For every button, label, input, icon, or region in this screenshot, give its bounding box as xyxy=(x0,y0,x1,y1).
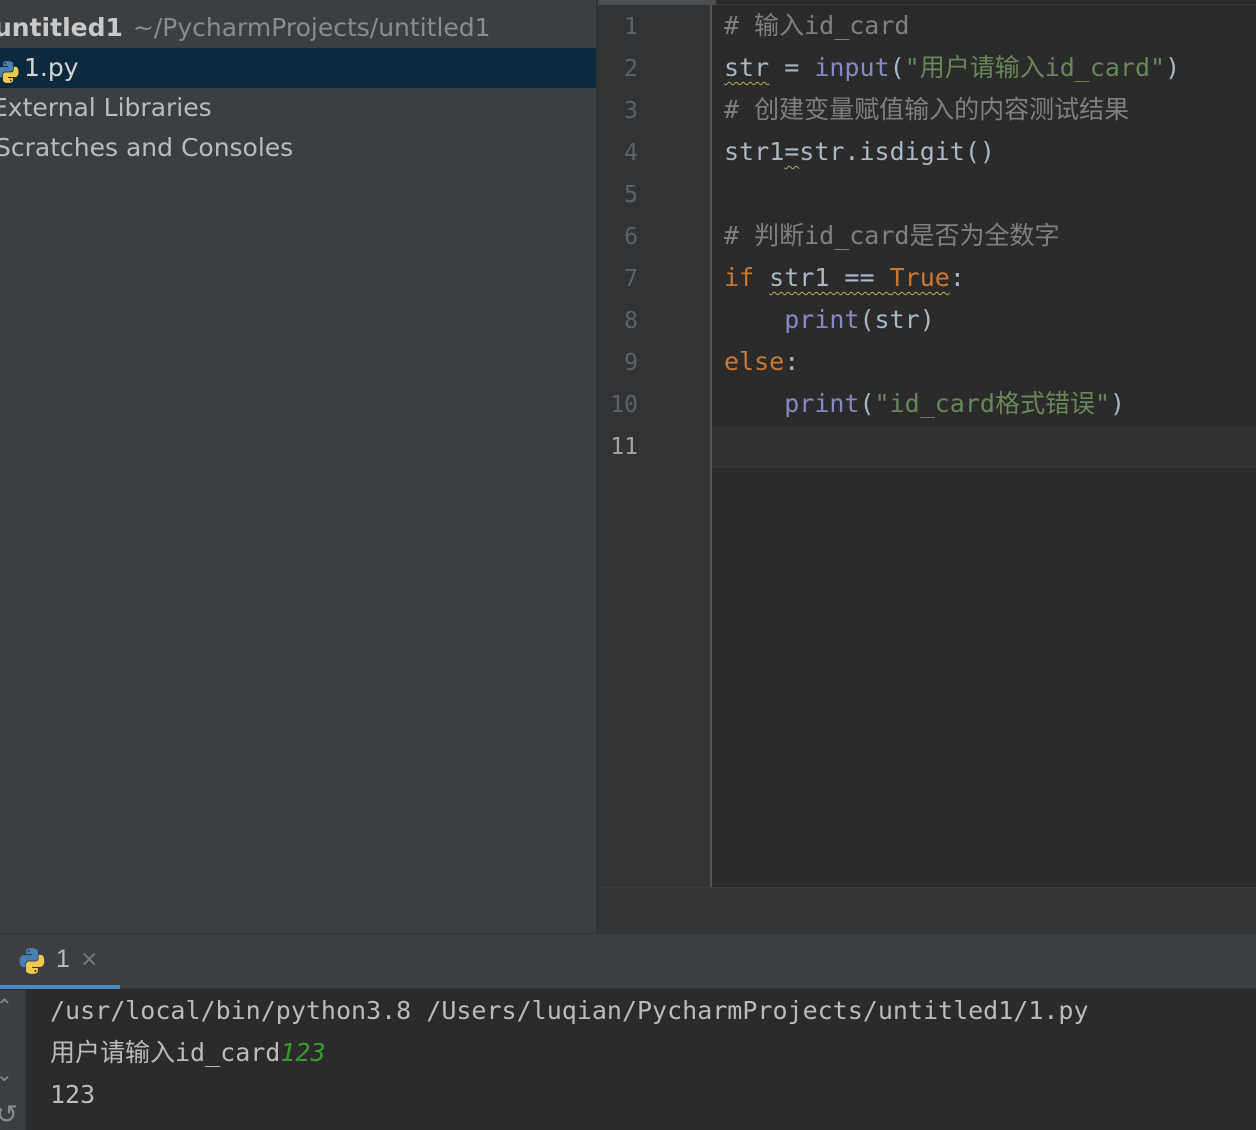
run-side-toolbar: ⌃ ⌄ ↺ xyxy=(0,990,26,1130)
code-token: print xyxy=(784,389,860,418)
code-token: # 判断id_card是否为全数字 xyxy=(724,221,1060,250)
code-token: if xyxy=(724,263,755,292)
code-line: str1=str.isdigit() xyxy=(724,131,995,173)
project-root-path: ~/PycharmProjects/untitled1 xyxy=(132,13,491,42)
code-token: = xyxy=(769,53,815,82)
scroll-up-icon[interactable]: ⌃ xyxy=(0,994,13,1018)
code-token: "id_card格式错误" xyxy=(874,389,1111,418)
code-line: # 创建变量赋值输入的内容测试结果 xyxy=(724,89,1129,131)
code-token: str1 xyxy=(724,137,785,166)
line-number: 10 xyxy=(610,392,638,418)
run-tool-window: 1 × ⌃ ⌄ ↺ /usr/local/bin/python3.8 /User… xyxy=(0,933,1256,1130)
code-token: "用户请输入id_card" xyxy=(904,53,1166,82)
code-line: # 判断id_card是否为全数字 xyxy=(724,215,1059,257)
rerun-icon[interactable]: ↺ xyxy=(0,1100,18,1130)
code-line: print(str) xyxy=(724,299,935,341)
console-prompt-line: 用户请输入id_card123 xyxy=(50,1032,326,1074)
tree-item-scratches-and-consoles[interactable]: Scratches and Consoles xyxy=(0,128,591,168)
code-token: (str) xyxy=(859,305,935,334)
code-token: input xyxy=(814,53,890,82)
tree-item-file-1py[interactable]: 1.py xyxy=(0,48,596,88)
code-token: : xyxy=(784,347,800,376)
code-token: str.isdigit() xyxy=(799,137,995,166)
code-line: else: xyxy=(724,341,799,383)
run-tab[interactable]: 1 × xyxy=(0,934,120,989)
tree-item-project-root[interactable]: untitled1 ~/PycharmProjects/untitled1 xyxy=(0,8,590,48)
code-token: else xyxy=(724,347,785,376)
line-number: 7 xyxy=(624,266,638,292)
code-token: str1 == True xyxy=(769,263,950,292)
code-token: : xyxy=(949,263,965,292)
line-number: 8 xyxy=(624,308,638,334)
console-prompt-text: 用户请输入id_card xyxy=(50,1038,281,1067)
active-tab-indicator xyxy=(0,985,120,989)
code-token: ) xyxy=(1165,53,1181,82)
code-token: # 创建变量赋值输入的内容测试结果 xyxy=(724,95,1130,124)
project-tree-panel: untitled1 ~/PycharmProjects/untitled1 1.p… xyxy=(0,0,596,933)
gutter-divider xyxy=(710,5,712,887)
console-command-line: /usr/local/bin/python3.8 /Users/luqian/P… xyxy=(50,996,1089,1025)
project-root-name: untitled1 xyxy=(0,13,123,42)
code-token: str xyxy=(724,53,770,82)
tree-item-external-libraries[interactable]: External Libraries xyxy=(0,88,588,128)
code-line: print("id_card格式错误") xyxy=(724,383,1125,425)
code-line: str = input("用户请输入id_card") xyxy=(724,47,1180,89)
line-number: 4 xyxy=(624,140,638,166)
run-tab-label: 1 xyxy=(56,945,70,973)
code-token: print xyxy=(784,305,860,334)
line-number: 11 xyxy=(610,434,638,460)
code-token: = xyxy=(784,137,800,166)
console-user-input: 123 xyxy=(280,1038,326,1067)
file-name: 1.py xyxy=(24,53,79,82)
line-number: 5 xyxy=(624,182,638,208)
code-token: ( xyxy=(889,53,905,82)
code-token: # 输入id_card xyxy=(724,11,910,40)
code-line: if str1 == True: xyxy=(724,257,965,299)
run-tab-bar: 1 × xyxy=(0,934,1256,989)
code-token: ( xyxy=(859,389,875,418)
scroll-down-icon[interactable]: ⌄ xyxy=(0,1062,13,1086)
line-number: 1 xyxy=(624,14,638,40)
console-output-line: 123 xyxy=(50,1080,96,1109)
code-token: ) xyxy=(1110,389,1126,418)
line-number: 9 xyxy=(624,350,638,376)
line-number: 6 xyxy=(624,224,638,250)
current-line-highlight xyxy=(712,426,1256,468)
line-number: 3 xyxy=(624,98,638,124)
line-number: 2 xyxy=(624,56,638,82)
close-icon[interactable]: × xyxy=(80,947,98,972)
code-editor[interactable]: 1 2 3 4 5 6 7 8 9 10 11 # 输入id_card str = input("用户… xyxy=(596,0,1256,933)
editor-bottom-strip xyxy=(598,888,1256,933)
python-icon xyxy=(18,947,46,979)
code-line: # 输入id_card xyxy=(724,5,909,47)
